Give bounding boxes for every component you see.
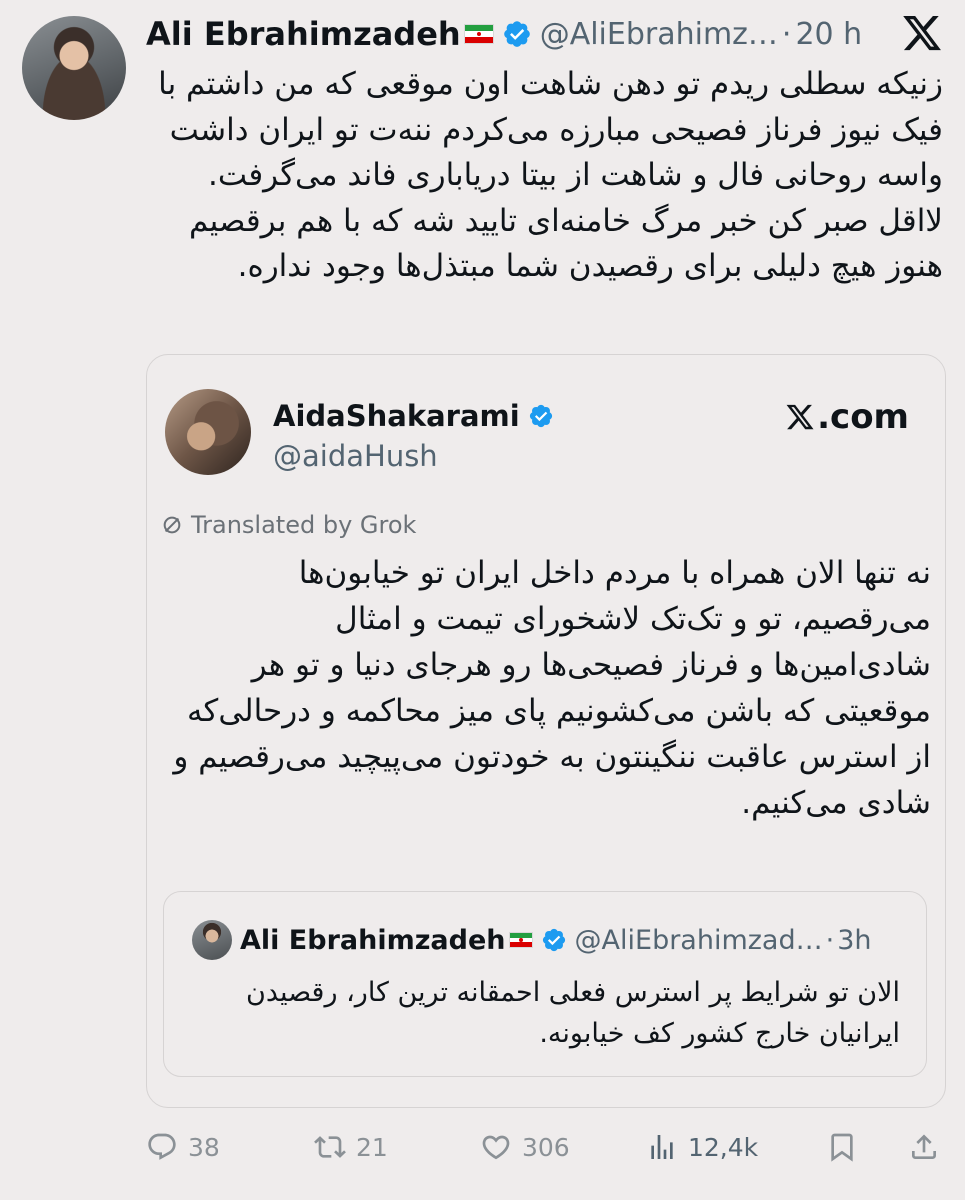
views-icon xyxy=(651,1135,673,1159)
like-button[interactable]: 306 xyxy=(480,1120,570,1174)
quoted-author-name-row: AidaShakarami xyxy=(273,399,554,433)
share-button[interactable] xyxy=(908,1120,940,1174)
source-label: com xyxy=(830,397,909,437)
author-avatar[interactable] xyxy=(22,16,126,120)
retweet-count: 21 xyxy=(356,1132,388,1162)
nested-author-name[interactable]: Ali Ebrahimzadeh xyxy=(240,925,506,956)
quoted-author-name[interactable]: AidaShakarami xyxy=(273,399,520,433)
quoted-tweet-card[interactable]: AidaShakarami @aidaHush . com Translated … xyxy=(146,354,946,1108)
x-logo-icon xyxy=(786,404,814,430)
tweet-header: Ali Ebrahimzadeh @AliEbrahimz… · 20 h xyxy=(146,12,945,56)
tweet-time[interactable]: 20 h xyxy=(795,17,862,52)
source-dot: . xyxy=(817,397,831,437)
nested-author-avatar[interactable] xyxy=(192,920,232,960)
retweet-icon xyxy=(314,1136,346,1158)
translated-by-grok[interactable]: Translated by Grok xyxy=(161,511,416,539)
author-handle[interactable]: @AliEbrahimz… xyxy=(540,17,778,52)
reply-count: 38 xyxy=(188,1132,220,1162)
like-icon xyxy=(482,1135,510,1160)
bookmark-icon xyxy=(831,1133,853,1162)
bookmark-button[interactable] xyxy=(826,1120,858,1174)
nested-tweet-header: Ali Ebrahimzadeh @AliEbrahimzad… · 3h xyxy=(240,920,896,960)
separator-dot: · xyxy=(781,16,792,52)
iran-flag-icon xyxy=(463,24,494,44)
quoted-author-avatar[interactable] xyxy=(165,389,251,475)
iran-flag-icon xyxy=(508,932,533,948)
tweet-action-bar: 38 21 306 12,4k xyxy=(146,1120,946,1174)
verified-badge-icon xyxy=(503,21,530,47)
share-icon xyxy=(912,1134,936,1159)
views-count: 12,4k xyxy=(688,1132,759,1162)
reply-icon xyxy=(148,1133,176,1160)
reply-button[interactable]: 38 xyxy=(146,1120,220,1174)
nested-tweet-time[interactable]: 3h xyxy=(837,925,871,956)
x-logo-icon xyxy=(903,15,941,51)
retweet-button[interactable]: 21 xyxy=(314,1120,388,1174)
nested-tweet-body: الان تو شرایط پر استرس فعلی احمقانه ترین… xyxy=(245,977,900,1049)
nested-quoted-tweet[interactable]: Ali Ebrahimzadeh @AliEbrahimzad… · 3h ال… xyxy=(163,891,927,1077)
translated-label: Translated by Grok xyxy=(191,511,417,539)
x-com-source[interactable]: . com xyxy=(785,397,909,437)
grok-icon xyxy=(163,516,181,534)
quoted-tweet-body: نه تنها الان همراه با مردم داخل ایران تو… xyxy=(173,555,931,821)
author-name[interactable]: Ali Ebrahimzadeh xyxy=(146,15,461,53)
views-button[interactable]: 12,4k xyxy=(646,1120,758,1174)
like-count: 306 xyxy=(522,1132,570,1162)
verified-badge-icon xyxy=(529,404,552,428)
nested-author-handle[interactable]: @AliEbrahimzad… xyxy=(575,925,823,956)
quoted-author-handle[interactable]: @aidaHush xyxy=(273,439,438,473)
tweet-body: زنیکه سطلی ریدم تو دهن شاهت اون موقعی که… xyxy=(158,66,943,284)
separator-dot: · xyxy=(825,924,835,956)
verified-badge-icon xyxy=(542,928,565,952)
